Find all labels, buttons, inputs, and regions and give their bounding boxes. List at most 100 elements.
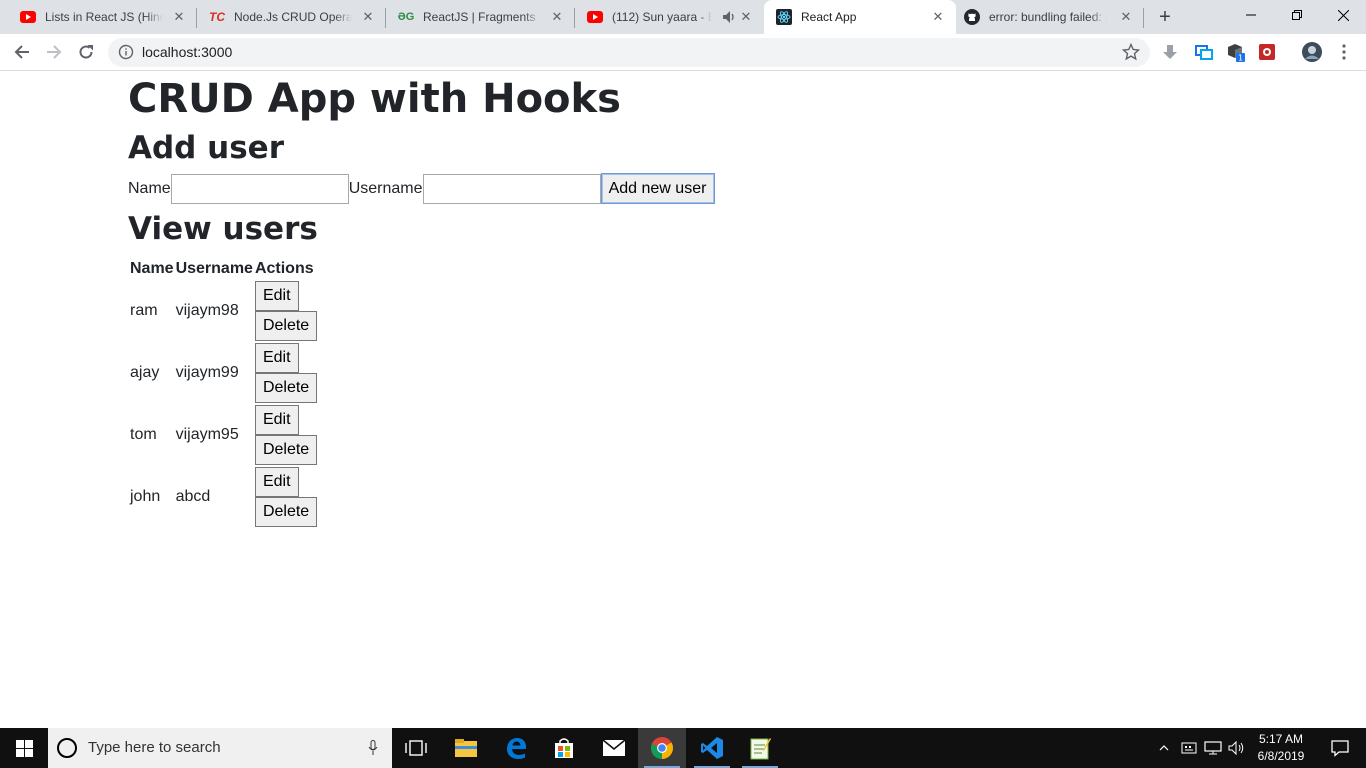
close-tab-icon[interactable]: ✕: [738, 9, 754, 25]
menu-kebab-icon[interactable]: [1334, 42, 1354, 62]
arrow-right-icon: [47, 45, 62, 59]
chrome-button[interactable]: [638, 728, 686, 768]
edit-button[interactable]: Edit: [254, 343, 299, 373]
edge-icon: [507, 738, 526, 759]
tab-react-fragments[interactable]: ƏG ReactJS | Fragments - G ✕: [378, 0, 575, 34]
network-icon[interactable]: [1202, 728, 1224, 768]
input-indicator[interactable]: [1178, 728, 1200, 768]
screen-capture-extension-icon[interactable]: [1194, 42, 1214, 62]
tab-sun-yaara[interactable]: (112) Sun yaara - Ep ✕: [567, 0, 764, 34]
users-table: Name Username Actions ram vijaym98 EditD…: [128, 257, 319, 529]
close-tab-icon[interactable]: ✕: [930, 9, 946, 25]
action-center-button[interactable]: [1320, 728, 1360, 768]
actions-cell: EditDelete: [254, 281, 318, 341]
profile-avatar[interactable]: [1302, 42, 1322, 62]
mail-button[interactable]: [590, 728, 638, 768]
search-placeholder: Type here to search: [88, 739, 221, 756]
username-input[interactable]: [422, 173, 601, 204]
red-extension-icon[interactable]: [1257, 42, 1277, 62]
show-hidden-icons-button[interactable]: [1154, 728, 1174, 768]
new-tab-button[interactable]: +: [1153, 5, 1177, 29]
restore-button[interactable]: [1274, 0, 1320, 30]
task-view-icon: [405, 740, 427, 756]
system-clock[interactable]: 5:17 AM 6/8/2019: [1250, 731, 1312, 765]
download-extension-icon[interactable]: [1160, 42, 1180, 62]
column-header-name: Name: [130, 260, 174, 277]
cortana-icon: [57, 738, 77, 758]
actions-cell: EditDelete: [254, 405, 318, 465]
add-user-heading: Add user: [128, 130, 284, 166]
notepad-app-button[interactable]: [736, 728, 784, 768]
close-tab-icon[interactable]: ✕: [549, 9, 565, 25]
store-button[interactable]: [540, 728, 588, 768]
back-button[interactable]: [8, 38, 36, 66]
close-tab-icon[interactable]: ✕: [1118, 9, 1134, 25]
windows-logo-icon: [15, 739, 33, 757]
page-title: CRUD App with Hooks: [128, 76, 621, 122]
browser-toolbar: localhost:3000 1: [0, 34, 1366, 71]
tab-title: (112) Sun yaara - Ep: [612, 10, 712, 24]
speaker-icon[interactable]: [722, 9, 736, 25]
gfg-icon: ƏG: [397, 11, 415, 23]
user-name-cell: ajay: [130, 364, 160, 381]
close-tab-icon[interactable]: ✕: [360, 9, 376, 25]
user-username-cell: abcd: [175, 488, 211, 505]
file-explorer-button[interactable]: [442, 728, 490, 768]
user-name-cell: ram: [130, 302, 158, 319]
info-icon[interactable]: [118, 44, 134, 60]
notification-icon: [1331, 740, 1349, 757]
tab-lists-in-react[interactable]: Lists in React JS (Hindi) ✕: [0, 0, 197, 34]
delete-button[interactable]: Delete: [254, 497, 318, 527]
chrome-icon: [651, 737, 673, 759]
name-input[interactable]: [170, 173, 349, 204]
vscode-button[interactable]: [688, 728, 736, 768]
keyboard-language-icon: [1181, 742, 1197, 754]
edge-button[interactable]: [492, 728, 540, 768]
close-tab-icon[interactable]: ✕: [171, 9, 187, 25]
mail-icon: [602, 739, 626, 756]
edit-button[interactable]: Edit: [254, 405, 299, 435]
name-label: Name: [128, 179, 171, 197]
react-icon: [776, 9, 792, 25]
column-header-actions: Actions: [254, 260, 314, 277]
delete-button[interactable]: Delete: [254, 311, 318, 341]
tab-bundling-failed[interactable]: error: bundling failed: E ✕: [956, 0, 1144, 34]
task-view-button[interactable]: [392, 728, 440, 768]
tab-title: error: bundling failed: E: [989, 10, 1107, 24]
reload-icon: [79, 45, 93, 59]
table-row: john abcd EditDelete: [130, 467, 318, 527]
edit-button[interactable]: Edit: [254, 467, 299, 497]
taskbar-search-box[interactable]: Type here to search: [48, 728, 392, 768]
reload-button[interactable]: [72, 38, 100, 66]
forward-button[interactable]: [40, 38, 68, 66]
close-window-button[interactable]: [1320, 0, 1366, 30]
table-row: tom vijaym95 EditDelete: [130, 405, 318, 465]
tab-react-app[interactable]: React App ✕: [764, 0, 956, 34]
url-text[interactable]: localhost:3000: [142, 38, 232, 67]
column-header-username: Username: [175, 260, 253, 277]
github-icon: [964, 9, 980, 25]
tc-icon: TC: [209, 10, 225, 24]
windows-taskbar: Type here to search 5:17 AM 6/8/2019: [0, 728, 1366, 768]
delete-button[interactable]: Delete: [254, 373, 318, 403]
clock-date: 6/8/2019: [1257, 749, 1305, 763]
table-row: ram vijaym98 EditDelete: [130, 281, 318, 341]
add-new-user-button[interactable]: Add new user: [600, 173, 715, 204]
folder-icon: [455, 739, 477, 757]
user-name-cell: tom: [130, 426, 157, 443]
bookmark-star-icon[interactable]: [1122, 43, 1140, 61]
tab-strip: Lists in React JS (Hindi) ✕ TC Node.Js C…: [0, 0, 1366, 34]
view-users-heading: View users: [128, 211, 318, 247]
minimize-button[interactable]: [1228, 0, 1274, 30]
tab-nodejs-crud[interactable]: TC Node.Js CRUD Operatio ✕: [189, 0, 386, 34]
start-button[interactable]: [0, 728, 48, 768]
edit-button[interactable]: Edit: [254, 281, 299, 311]
package-extension-icon[interactable]: 1: [1226, 42, 1246, 62]
tab-title: React App: [801, 10, 857, 24]
volume-icon[interactable]: [1226, 728, 1248, 768]
svg-text:1: 1: [1238, 54, 1243, 63]
address-bar[interactable]: localhost:3000: [108, 38, 1150, 67]
delete-button[interactable]: Delete: [254, 435, 318, 465]
username-label: Username: [348, 179, 423, 197]
microphone-icon[interactable]: [368, 740, 378, 756]
